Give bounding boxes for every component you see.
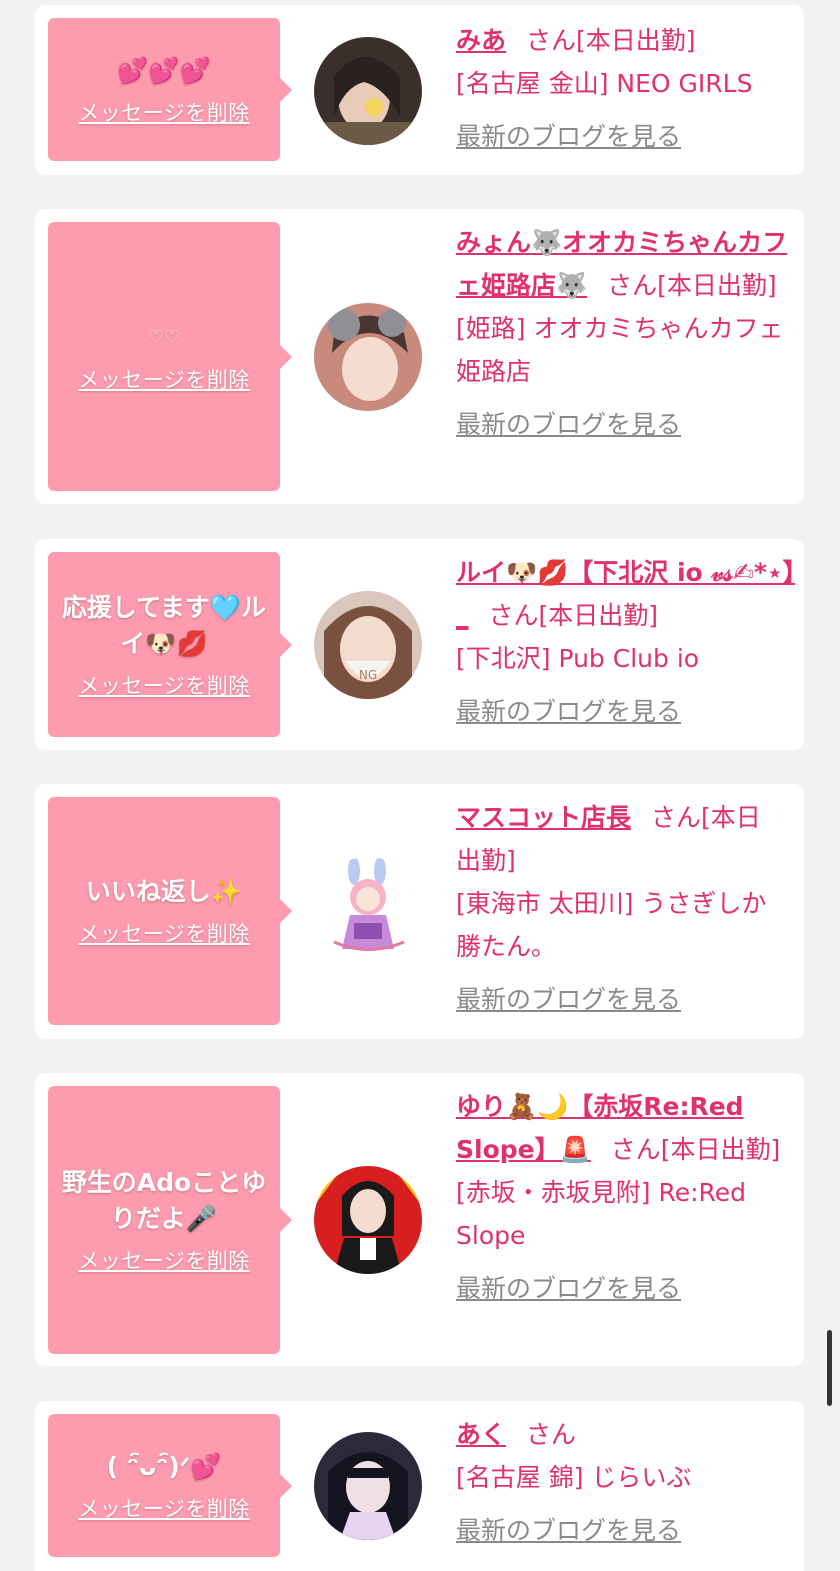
shop-name: [名古屋 錦] じらいぶ [456, 1463, 692, 1492]
delete-message-link[interactable]: メッセージを削除 [78, 97, 250, 127]
message-text: ♡♡ [147, 326, 181, 348]
cast-status: さん[本日出勤] [488, 601, 659, 630]
cast-status: さん[本日出勤] [610, 1135, 781, 1164]
delete-message-link[interactable]: メッセージを削除 [78, 1493, 250, 1523]
shop-name: [下北沢] Pub Club io [456, 644, 700, 673]
shop-name: [名古屋 金山] NEO GIRLS [456, 69, 753, 98]
message-bubble: ( ᵔ︢ᴗᵔ︢)ᐟ💕 メッセージを削除 [48, 1414, 292, 1557]
cast-info: みあ さん[本日出勤] [名古屋 金山] NEO GIRLS 最新のブログを見る [456, 19, 796, 158]
avatar[interactable]: NG [314, 591, 422, 699]
message-text: 野生のAdoことゆりだよ🎤 [61, 1168, 267, 1233]
message-bubble: いいね返し✨ メッセージを削除 [48, 797, 292, 1025]
latest-blog-link[interactable]: 最新のブログを見る [456, 690, 796, 733]
message-text: 💕💕💕 [117, 55, 211, 85]
avatar[interactable] [314, 857, 422, 965]
message-card: ♡♡ メッセージを削除 みょん🐺オオカミちゃんカフェ姫路店🐺 さん[本日出勤] [… [35, 209, 804, 504]
shop-name: [姫路] オオカミちゃんカフェ姫路店 [456, 314, 784, 386]
cast-status: さん[本日出勤] [526, 26, 696, 55]
message-card: 応援してます🩵ルイ🐶💋 メッセージを削除 NG ルイ🐶💋【下北沢 io 𝓋𝓈✍︎… [35, 539, 804, 750]
cast-info: あく さん [名古屋 錦] じらいぶ 最新のブログを見る [456, 1413, 796, 1552]
message-text: 応援してます🩵ルイ🐶💋 [61, 592, 267, 658]
message-card: いいね返し✨ メッセージを削除 マスコット店長 さん[本日出勤] [東海市 太田川… [35, 784, 804, 1039]
message-card: 💕💕💕 メッセージを削除 みあ さん[本日出勤] [名古屋 金山] NEO GIR… [35, 5, 804, 175]
message-bubble: 💕💕💕 メッセージを削除 [48, 18, 292, 161]
svg-text:NG: NG [359, 668, 377, 682]
latest-blog-link[interactable]: 最新のブログを見る [456, 978, 781, 1021]
latest-blog-link[interactable]: 最新のブログを見る [456, 403, 791, 446]
delete-message-link[interactable]: メッセージを削除 [78, 1245, 250, 1275]
latest-blog-link[interactable]: 最新のブログを見る [456, 115, 796, 158]
avatar[interactable] [314, 1166, 422, 1274]
message-text: いいね返し✨ [85, 877, 243, 906]
cast-status: さん[本日出勤] [607, 271, 777, 300]
cast-name-link[interactable]: みあ [456, 26, 506, 55]
cast-info: ゆり🧸🌙【赤坂Re:Red Slope】🚨 さん[本日出勤] [赤坂・赤坂見附] … [456, 1085, 796, 1310]
cast-status: さん [526, 1420, 577, 1449]
message-text: ( ᵔ︢ᴗᵔ︢)ᐟ💕 [106, 1451, 222, 1481]
scrollbar[interactable] [827, 1330, 832, 1406]
cast-name-link[interactable]: あく [456, 1420, 506, 1449]
message-card: 野生のAdoことゆりだよ🎤 メッセージを削除 ゆり🧸🌙【赤坂Re:Red Slo… [35, 1073, 804, 1366]
cast-info: マスコット店長 さん[本日出勤] [東海市 太田川] うさぎしか勝たん。 最新のブ… [456, 796, 781, 1021]
shop-name: [東海市 太田川] うさぎしか勝たん。 [456, 889, 767, 961]
message-card: ( ᵔ︢ᴗᵔ︢)ᐟ💕 メッセージを削除 あく さん [名古屋 錦] じらいぶ 最新… [35, 1401, 804, 1571]
cast-info: みょん🐺オオカミちゃんカフェ姫路店🐺 さん[本日出勤] [姫路] オオカミちゃんカ… [456, 221, 791, 446]
avatar[interactable] [314, 37, 422, 145]
latest-blog-link[interactable]: 最新のブログを見る [456, 1267, 796, 1310]
latest-blog-link[interactable]: 最新のブログを見る [456, 1509, 796, 1552]
delete-message-link[interactable]: メッセージを削除 [78, 364, 250, 394]
avatar[interactable] [314, 1432, 422, 1540]
message-bubble: 野生のAdoことゆりだよ🎤 メッセージを削除 [48, 1086, 292, 1354]
delete-message-link[interactable]: メッセージを削除 [78, 918, 250, 948]
cast-name-link[interactable]: マスコット店長 [456, 803, 631, 832]
avatar[interactable] [314, 303, 422, 411]
cast-info: ルイ🐶💋【下北沢 io 𝓋𝓈✍︎*⋆】_ さん[本日出勤] [下北沢] Pub C… [456, 551, 796, 733]
delete-message-link[interactable]: メッセージを削除 [78, 670, 250, 700]
message-bubble: ♡♡ メッセージを削除 [48, 222, 292, 491]
message-bubble: 応援してます🩵ルイ🐶💋 メッセージを削除 [48, 552, 292, 737]
shop-name: [赤坂・赤坂見附] Re:Red Slope [456, 1178, 747, 1250]
